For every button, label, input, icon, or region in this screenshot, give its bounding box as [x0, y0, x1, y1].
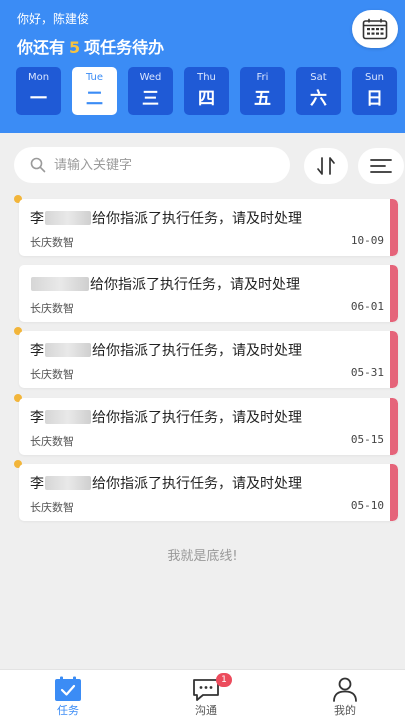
- status-bar: [390, 464, 398, 521]
- assigner-name: 李: [30, 343, 44, 359]
- day-en-label: Fri: [256, 72, 269, 83]
- day-cn-label: 五: [254, 89, 271, 109]
- redacted-name: [31, 277, 89, 291]
- day-tue[interactable]: Tue 二: [72, 67, 117, 115]
- task-date: 10-09: [350, 234, 384, 247]
- search-input[interactable]: [54, 157, 274, 173]
- day-thu[interactable]: Thu 四: [184, 67, 229, 115]
- assigner-name: 李: [30, 211, 44, 227]
- day-sun[interactable]: Sun 日: [352, 67, 397, 115]
- filter-icon: [370, 159, 392, 173]
- redacted-name: [45, 476, 91, 490]
- assigner-name: 李: [30, 476, 44, 492]
- header: 你好，陈建俊 你还有 5 项任务待办 Mon 一 Tue 二 Wed 三 Thu 四 Fri…: [0, 0, 405, 133]
- calendar-button[interactable]: [352, 10, 398, 48]
- task-text: 给你指派了执行任务，请及时处理: [92, 211, 302, 227]
- pending-task-summary: 你还有 5 项任务待办: [17, 34, 164, 58]
- day-cn-label: 六: [310, 89, 327, 109]
- task-text: 给你指派了执行任务，请及时处理: [92, 343, 302, 359]
- sort-icon: [317, 157, 335, 175]
- status-bar: [390, 398, 398, 455]
- task-calendar-icon: [55, 676, 81, 701]
- day-en-label: Thu: [197, 72, 216, 83]
- tab-label: 沟通: [195, 704, 217, 717]
- day-cn-label: 二: [86, 89, 103, 109]
- task-card[interactable]: 李 给你指派了执行任务，请及时处理 长庆数智 05-31: [19, 331, 398, 388]
- task-title: 李 给你指派了执行任务，请及时处理: [30, 473, 302, 493]
- unread-badge: 1: [216, 673, 232, 687]
- tab-profile[interactable]: 我的: [305, 670, 385, 720]
- end-of-list-text: 我就是底线!: [167, 549, 238, 564]
- task-text: 给你指派了执行任务，请及时处理: [92, 410, 302, 426]
- day-en-label: Tue: [85, 72, 104, 83]
- day-cn-label: 三: [142, 89, 159, 109]
- assigner-name: 李: [30, 410, 44, 426]
- status-bar: [390, 199, 398, 256]
- task-org: 长庆数智: [30, 501, 74, 514]
- redacted-name: [45, 343, 91, 357]
- tab-label: 我的: [334, 704, 356, 717]
- day-cn-label: 四: [198, 89, 215, 109]
- task-text: 给你指派了执行任务，请及时处理: [92, 476, 302, 492]
- day-en-label: Sat: [310, 72, 327, 83]
- week-selector: Mon 一 Tue 二 Wed 三 Thu 四 Fri 五 Sat 六 Sun 日: [16, 67, 398, 115]
- redacted-name: [45, 211, 91, 225]
- task-text: 给你指派了执行任务，请及时处理: [90, 277, 300, 293]
- bottom-tab-bar: 任务 1 沟通 我的: [0, 669, 405, 720]
- task-summary-suffix: 项任务待办: [84, 38, 165, 57]
- day-fri[interactable]: Fri 五: [240, 67, 285, 115]
- task-card[interactable]: 李 给你指派了执行任务，请及时处理 长庆数智 05-15: [19, 398, 398, 455]
- tab-tasks[interactable]: 任务: [28, 670, 108, 720]
- task-org: 长庆数智: [30, 368, 74, 381]
- sort-button[interactable]: [304, 148, 348, 184]
- status-bar: [390, 265, 398, 322]
- day-en-label: Sun: [364, 72, 385, 83]
- day-cn-label: 一: [30, 89, 47, 109]
- task-card[interactable]: 给你指派了执行任务，请及时处理 长庆数智 06-01: [19, 265, 398, 322]
- filter-button[interactable]: [358, 148, 404, 184]
- search-bar[interactable]: [14, 147, 290, 183]
- day-en-label: Mon: [27, 72, 50, 83]
- day-mon[interactable]: Mon 一: [16, 67, 61, 115]
- redacted-name: [45, 410, 91, 424]
- task-title: 李 给你指派了执行任务，请及时处理: [30, 340, 302, 360]
- task-title: 李 给你指派了执行任务，请及时处理: [30, 407, 302, 427]
- task-date: 06-01: [350, 300, 384, 313]
- task-date: 05-31: [350, 366, 384, 379]
- calendar-icon: [362, 18, 388, 40]
- day-wed[interactable]: Wed 三: [128, 67, 173, 115]
- task-org: 长庆数智: [30, 236, 74, 249]
- task-summary-prefix: 你还有: [17, 38, 66, 57]
- task-org: 长庆数智: [30, 435, 74, 448]
- task-date: 05-10: [350, 499, 384, 512]
- day-sat[interactable]: Sat 六: [296, 67, 341, 115]
- tab-chat[interactable]: 1 沟通: [166, 670, 246, 720]
- task-title: 给你指派了执行任务，请及时处理: [30, 274, 300, 294]
- search-icon: [30, 157, 46, 173]
- person-icon: [333, 677, 357, 702]
- task-org: 长庆数智: [30, 302, 74, 315]
- task-card[interactable]: 李 给你指派了执行任务，请及时处理 长庆数智 05-10: [19, 464, 398, 521]
- task-card[interactable]: 李 给你指派了执行任务，请及时处理 长庆数智 10-09: [19, 199, 398, 256]
- status-bar: [390, 331, 398, 388]
- day-en-label: Wed: [139, 72, 162, 83]
- day-cn-label: 日: [366, 89, 383, 109]
- tab-label: 任务: [57, 704, 79, 717]
- task-title: 李 给你指派了执行任务，请及时处理: [30, 208, 302, 228]
- task-date: 05-15: [350, 433, 384, 446]
- task-count: 5: [69, 38, 81, 57]
- greeting-text: 你好，陈建俊: [17, 12, 90, 26]
